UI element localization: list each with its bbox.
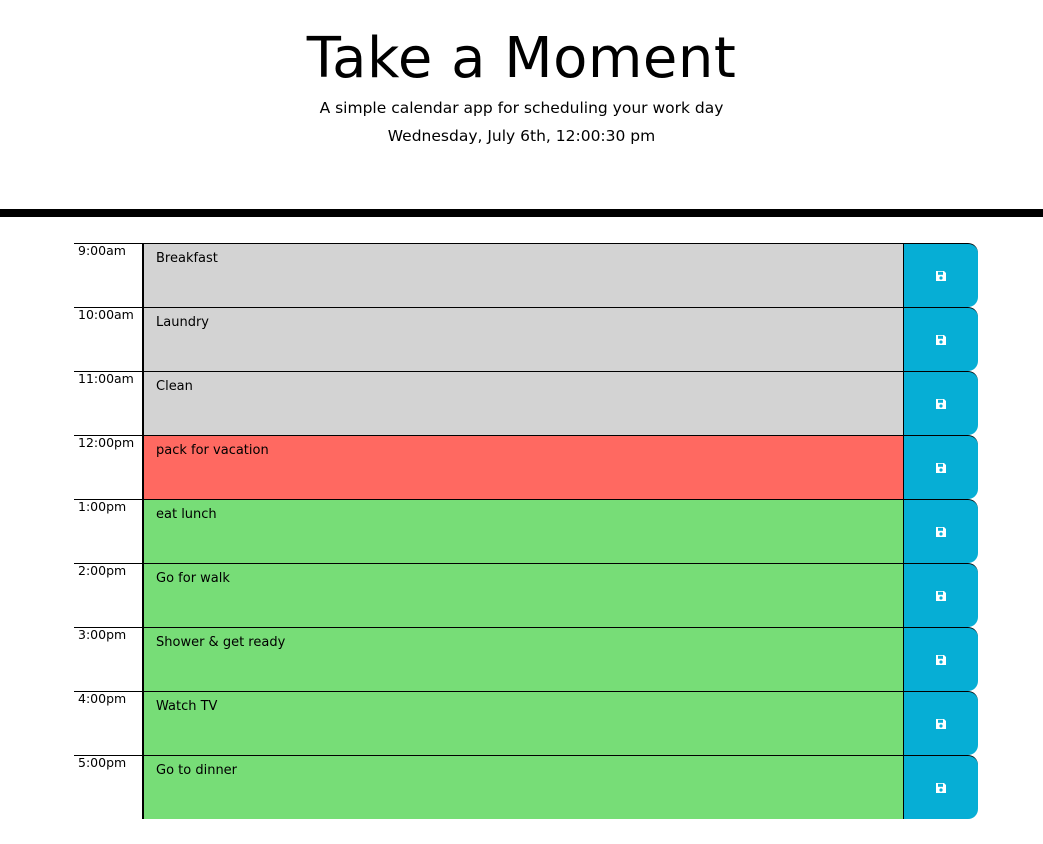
time-block-row: 12:00pm pack for vacation (74, 435, 978, 499)
time-block-row: 11:00am Clean (74, 371, 978, 435)
save-icon (935, 462, 947, 474)
save-button[interactable] (903, 627, 978, 691)
event-description-input[interactable]: Clean (142, 371, 903, 435)
hour-label: 12:00pm (74, 435, 142, 499)
schedule-container: 9:00am Breakfast 10:00am Laundry 11:00am… (74, 243, 978, 819)
hour-label: 2:00pm (74, 563, 142, 627)
event-description-input[interactable]: Shower & get ready (142, 627, 903, 691)
event-description-input[interactable]: eat lunch (142, 499, 903, 563)
current-day: Wednesday, July 6th, 12:00:30 pm (387, 127, 656, 145)
event-description-input[interactable]: Watch TV (142, 691, 903, 755)
header-divider (0, 209, 1043, 217)
app-description: A simple calendar app for scheduling you… (319, 99, 724, 117)
event-description-input[interactable]: Laundry (142, 307, 903, 371)
hour-label: 5:00pm (74, 755, 142, 819)
save-icon (935, 654, 947, 666)
save-button[interactable] (903, 691, 978, 755)
hour-label: 3:00pm (74, 627, 142, 691)
event-description-input[interactable]: Go to dinner (142, 755, 903, 819)
save-icon (935, 334, 947, 346)
save-icon (935, 398, 947, 410)
event-description-input[interactable]: Go for walk (142, 563, 903, 627)
save-icon (935, 526, 947, 538)
hour-label: 10:00am (74, 307, 142, 371)
event-description-input[interactable]: pack for vacation (142, 435, 903, 499)
save-button[interactable] (903, 435, 978, 499)
jumbotron-header: Take a Moment A simple calendar app for … (0, 0, 1043, 209)
save-button[interactable] (903, 307, 978, 371)
hour-label: 1:00pm (74, 499, 142, 563)
hour-label: 11:00am (74, 371, 142, 435)
time-block-row: 1:00pm eat lunch (74, 499, 978, 563)
time-block-row: 2:00pm Go for walk (74, 563, 978, 627)
page-title: Take a Moment (306, 26, 737, 91)
save-button[interactable] (903, 755, 978, 819)
save-icon (935, 718, 947, 730)
save-icon (935, 590, 947, 602)
save-button[interactable] (903, 563, 978, 627)
save-icon (935, 782, 947, 794)
save-icon (935, 270, 947, 282)
save-button[interactable] (903, 499, 978, 563)
hour-label: 4:00pm (74, 691, 142, 755)
save-button[interactable] (903, 243, 978, 307)
time-block-row: 10:00am Laundry (74, 307, 978, 371)
time-block-row: 4:00pm Watch TV (74, 691, 978, 755)
time-block-row: 3:00pm Shower & get ready (74, 627, 978, 691)
time-block-row: 5:00pm Go to dinner (74, 755, 978, 819)
time-block-row: 9:00am Breakfast (74, 243, 978, 307)
save-button[interactable] (903, 371, 978, 435)
hour-label: 9:00am (74, 243, 142, 307)
event-description-input[interactable]: Breakfast (142, 243, 903, 307)
